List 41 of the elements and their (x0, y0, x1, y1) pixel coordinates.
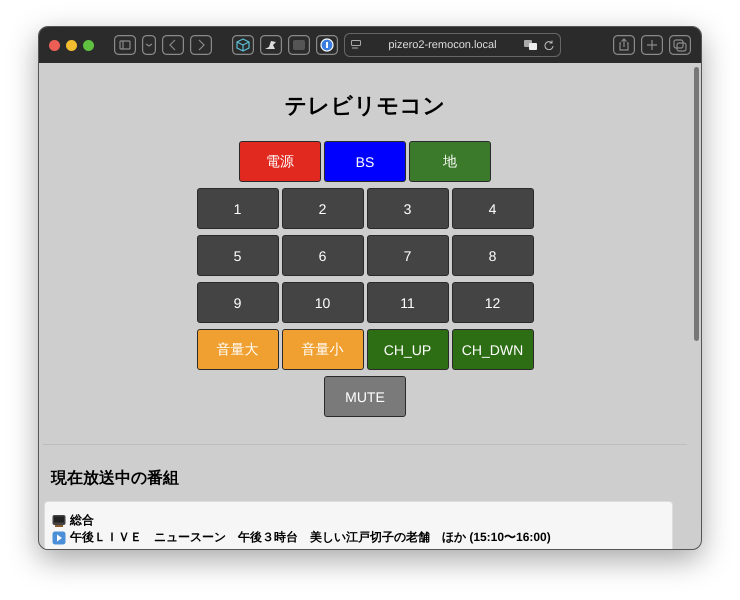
page-icon (351, 40, 361, 50)
close-button[interactable] (49, 40, 60, 50)
remote-button[interactable]: 11 (366, 282, 448, 323)
tv-icon (52, 514, 66, 528)
share-icon[interactable] (613, 35, 635, 55)
play-icon (52, 530, 66, 544)
remote-button[interactable]: BS (324, 141, 406, 182)
channel-name: 総合 (70, 512, 94, 529)
reload-icon[interactable] (544, 40, 554, 50)
remote-button[interactable]: 4 (452, 188, 534, 229)
translate-icon[interactable] (524, 40, 538, 50)
section-heading: 現在放送中の番組 (51, 469, 180, 489)
remote-button[interactable]: 2 (282, 188, 364, 229)
remote-button[interactable]: 12 (452, 282, 534, 323)
forward-icon[interactable] (190, 35, 212, 55)
remote-button[interactable]: MUTE (324, 376, 406, 417)
page-title: テレビリモコン (284, 92, 446, 120)
remote-button[interactable]: 地 (409, 141, 491, 182)
new-tab-icon[interactable] (641, 35, 663, 55)
remote-button[interactable]: 10 (282, 282, 364, 323)
remote-button[interactable]: 6 (282, 235, 364, 276)
chevron-down-icon[interactable] (142, 35, 156, 55)
remote-button[interactable]: CH_UP (366, 329, 448, 370)
url-text: pizero2-remocon.local (387, 39, 498, 51)
back-icon[interactable] (162, 35, 184, 55)
remote-button[interactable]: 3 (366, 188, 448, 229)
zoom-button[interactable] (83, 40, 94, 50)
tabs-overview-icon[interactable] (669, 35, 691, 55)
remote-button[interactable]: 5 (196, 235, 278, 276)
remote-button[interactable]: 9 (196, 282, 278, 323)
remote-button[interactable]: 7 (366, 235, 448, 276)
address-bar[interactable]: pizero2-remocon.local (344, 33, 561, 57)
remote-button[interactable]: 1 (196, 188, 278, 229)
program-title: 午後ＬＩＶＥ ニュースーン 午後３時台 美しい江戸切子の老舗 ほか (15:10〜16:00) (70, 529, 551, 546)
remote-button[interactable]: 電源 (239, 141, 321, 182)
cube-icon[interactable] (232, 35, 254, 55)
password-icon[interactable] (316, 35, 338, 55)
sidebar-icon[interactable] (114, 35, 136, 55)
remote-button[interactable]: CH_DWN (452, 329, 534, 370)
minimize-button[interactable] (66, 40, 77, 50)
remote-button[interactable]: 8 (452, 235, 534, 276)
